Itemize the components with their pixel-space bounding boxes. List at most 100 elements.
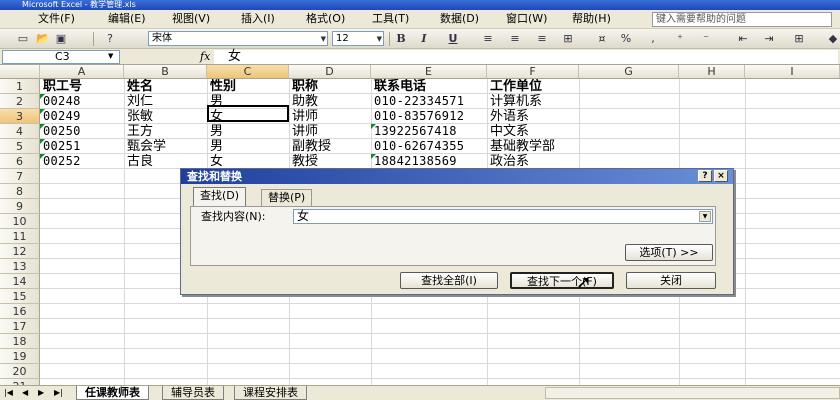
header-cell-d1[interactable]: 职称 <box>289 79 371 94</box>
header-cell-a1[interactable]: 职工号 <box>40 79 124 94</box>
dialog-close-icon[interactable]: × <box>714 170 728 182</box>
menu-view[interactable]: 视图(V) <box>172 12 210 26</box>
row-header[interactable]: 12 <box>0 244 40 259</box>
dialog-help-button[interactable]: ? <box>698 170 712 182</box>
font-name-select[interactable]: 宋体 ▼ <box>148 31 328 46</box>
cell-b5[interactable]: 甄会学 <box>124 139 207 154</box>
horizontal-scrollbar[interactable] <box>545 387 840 399</box>
row-header[interactable]: 3 <box>0 109 40 124</box>
align-center-icon[interactable]: ≡ <box>508 32 522 46</box>
merge-center-icon[interactable]: ⊞ <box>561 32 575 46</box>
help-search-input[interactable]: 键入需要帮助的问题 <box>652 12 832 27</box>
cell-c6[interactable]: 女 <box>207 154 289 169</box>
options-button[interactable]: 选项(T) >> <box>625 244 713 261</box>
cell-b3[interactable]: 张敏 <box>124 109 207 124</box>
column-header-c[interactable]: C <box>207 65 289 79</box>
cell-b4[interactable]: 王方 <box>124 124 207 139</box>
column-header-e[interactable]: E <box>371 65 487 79</box>
save-icon[interactable]: ▣ <box>54 32 68 46</box>
increase-decimal-icon[interactable]: ⁺ <box>673 32 687 46</box>
cell-c5[interactable]: 男 <box>207 139 289 154</box>
header-cell-b1[interactable]: 姓名 <box>124 79 207 94</box>
cell-d6[interactable]: 教授 <box>289 154 371 169</box>
cell-a2[interactable]: 00248 <box>40 94 124 109</box>
cell-f2[interactable]: 计算机系 <box>487 94 579 109</box>
align-left-icon[interactable]: ≡ <box>481 32 495 46</box>
cell-a5[interactable]: 00251 <box>40 139 124 154</box>
row-header[interactable]: 14 <box>0 274 40 289</box>
cell-c4[interactable]: 男 <box>207 124 289 139</box>
menu-help[interactable]: 帮助(H) <box>572 12 611 26</box>
prev-sheet-icon[interactable]: ◀ <box>22 387 28 399</box>
column-header-d[interactable]: D <box>289 65 371 79</box>
cell-d3[interactable]: 讲师 <box>289 109 371 124</box>
row-header[interactable]: 17 <box>0 319 40 334</box>
cell-e5[interactable]: 010-62674355 <box>371 139 487 154</box>
cell-a6[interactable]: 00252 <box>40 154 124 169</box>
tab-replace[interactable]: 替换(P) <box>261 189 313 206</box>
menu-edit[interactable]: 编辑(E) <box>108 12 146 26</box>
borders-icon[interactable]: ⊞ <box>792 32 806 46</box>
cell-d4[interactable]: 讲师 <box>289 124 371 139</box>
menu-window[interactable]: 窗口(W) <box>506 12 547 26</box>
row-header[interactable]: 11 <box>0 229 40 244</box>
menu-insert[interactable]: 插入(I) <box>241 12 275 26</box>
percent-button[interactable]: % <box>619 32 633 46</box>
select-all-corner[interactable] <box>0 65 40 79</box>
fx-icon[interactable]: fx <box>200 50 210 63</box>
align-right-icon[interactable]: ≡ <box>535 32 549 46</box>
cell-b2[interactable]: 刘仁 <box>124 94 207 109</box>
cell-f5[interactable]: 基础教学部 <box>487 139 579 154</box>
next-sheet-icon[interactable]: ▶ <box>38 387 44 399</box>
row-header[interactable]: 7 <box>0 169 40 184</box>
find-next-button[interactable]: 查找下一个(F) <box>510 272 614 289</box>
column-header-b[interactable]: B <box>124 65 207 79</box>
italic-button[interactable]: I <box>417 32 431 46</box>
menu-tools[interactable]: 工具(T) <box>372 12 409 26</box>
header-cell-e1[interactable]: 联系电话 <box>371 79 487 94</box>
tab-find[interactable]: 查找(D) <box>193 187 247 207</box>
row-header[interactable]: 6 <box>0 154 40 169</box>
cell-b6[interactable]: 古良 <box>124 154 207 169</box>
row-header[interactable]: 16 <box>0 304 40 319</box>
sheet-tab-schedule[interactable]: 课程安排表 <box>234 386 307 400</box>
row-header[interactable]: 8 <box>0 184 40 199</box>
header-cell-f1[interactable]: 工作单位 <box>487 79 579 94</box>
sheet-tab-teachers[interactable]: 任课教师表 <box>76 386 149 400</box>
font-size-select[interactable]: 12 ▼ <box>332 31 384 46</box>
help-icon[interactable]: ? <box>103 32 117 46</box>
dialog-title-bar[interactable]: 查找和替换 <box>181 169 733 184</box>
currency-icon[interactable]: ¤ <box>595 32 609 46</box>
row-header[interactable]: 15 <box>0 289 40 304</box>
open-icon[interactable]: 📂 <box>36 32 50 46</box>
row-header[interactable]: 4 <box>0 124 40 139</box>
column-header-f[interactable]: F <box>487 65 579 79</box>
cell-a3[interactable]: 00249 <box>40 109 124 124</box>
row-header[interactable]: 18 <box>0 334 40 349</box>
last-sheet-icon[interactable]: ▶| <box>54 387 63 399</box>
decrease-decimal-icon[interactable]: ⁻ <box>699 32 713 46</box>
menu-data[interactable]: 数据(D) <box>440 12 479 26</box>
column-header-i[interactable]: I <box>745 65 840 79</box>
chevron-down-icon[interactable]: ▼ <box>108 50 113 62</box>
increase-indent-icon[interactable]: ⇥ <box>762 32 776 46</box>
cell-f6[interactable]: 政治系 <box>487 154 579 169</box>
cell-a4[interactable]: 00250 <box>40 124 124 139</box>
header-cell-c1[interactable]: 性别 <box>207 79 289 94</box>
row-header[interactable]: 5 <box>0 139 40 154</box>
new-icon[interactable]: ▭ <box>16 32 30 46</box>
menu-file[interactable]: 文件(F) <box>38 12 75 26</box>
chevron-down-icon[interactable]: ▼ <box>699 211 711 222</box>
find-what-input[interactable]: 女 ▼ <box>293 209 713 224</box>
row-header[interactable]: 2 <box>0 94 40 109</box>
column-header-h[interactable]: H <box>679 65 745 79</box>
find-all-button[interactable]: 查找全部(I) <box>400 272 498 289</box>
cell-e6[interactable]: 18842138569 <box>371 154 487 169</box>
close-button[interactable]: 关闭 <box>626 272 716 289</box>
row-header[interactable]: 13 <box>0 259 40 274</box>
row-header[interactable]: 9 <box>0 199 40 214</box>
underline-button[interactable]: U <box>446 32 460 46</box>
row-header[interactable]: 1 <box>0 79 40 94</box>
cell-e2[interactable]: 010-22334571 <box>371 94 487 109</box>
cell-d5[interactable]: 副教授 <box>289 139 371 154</box>
